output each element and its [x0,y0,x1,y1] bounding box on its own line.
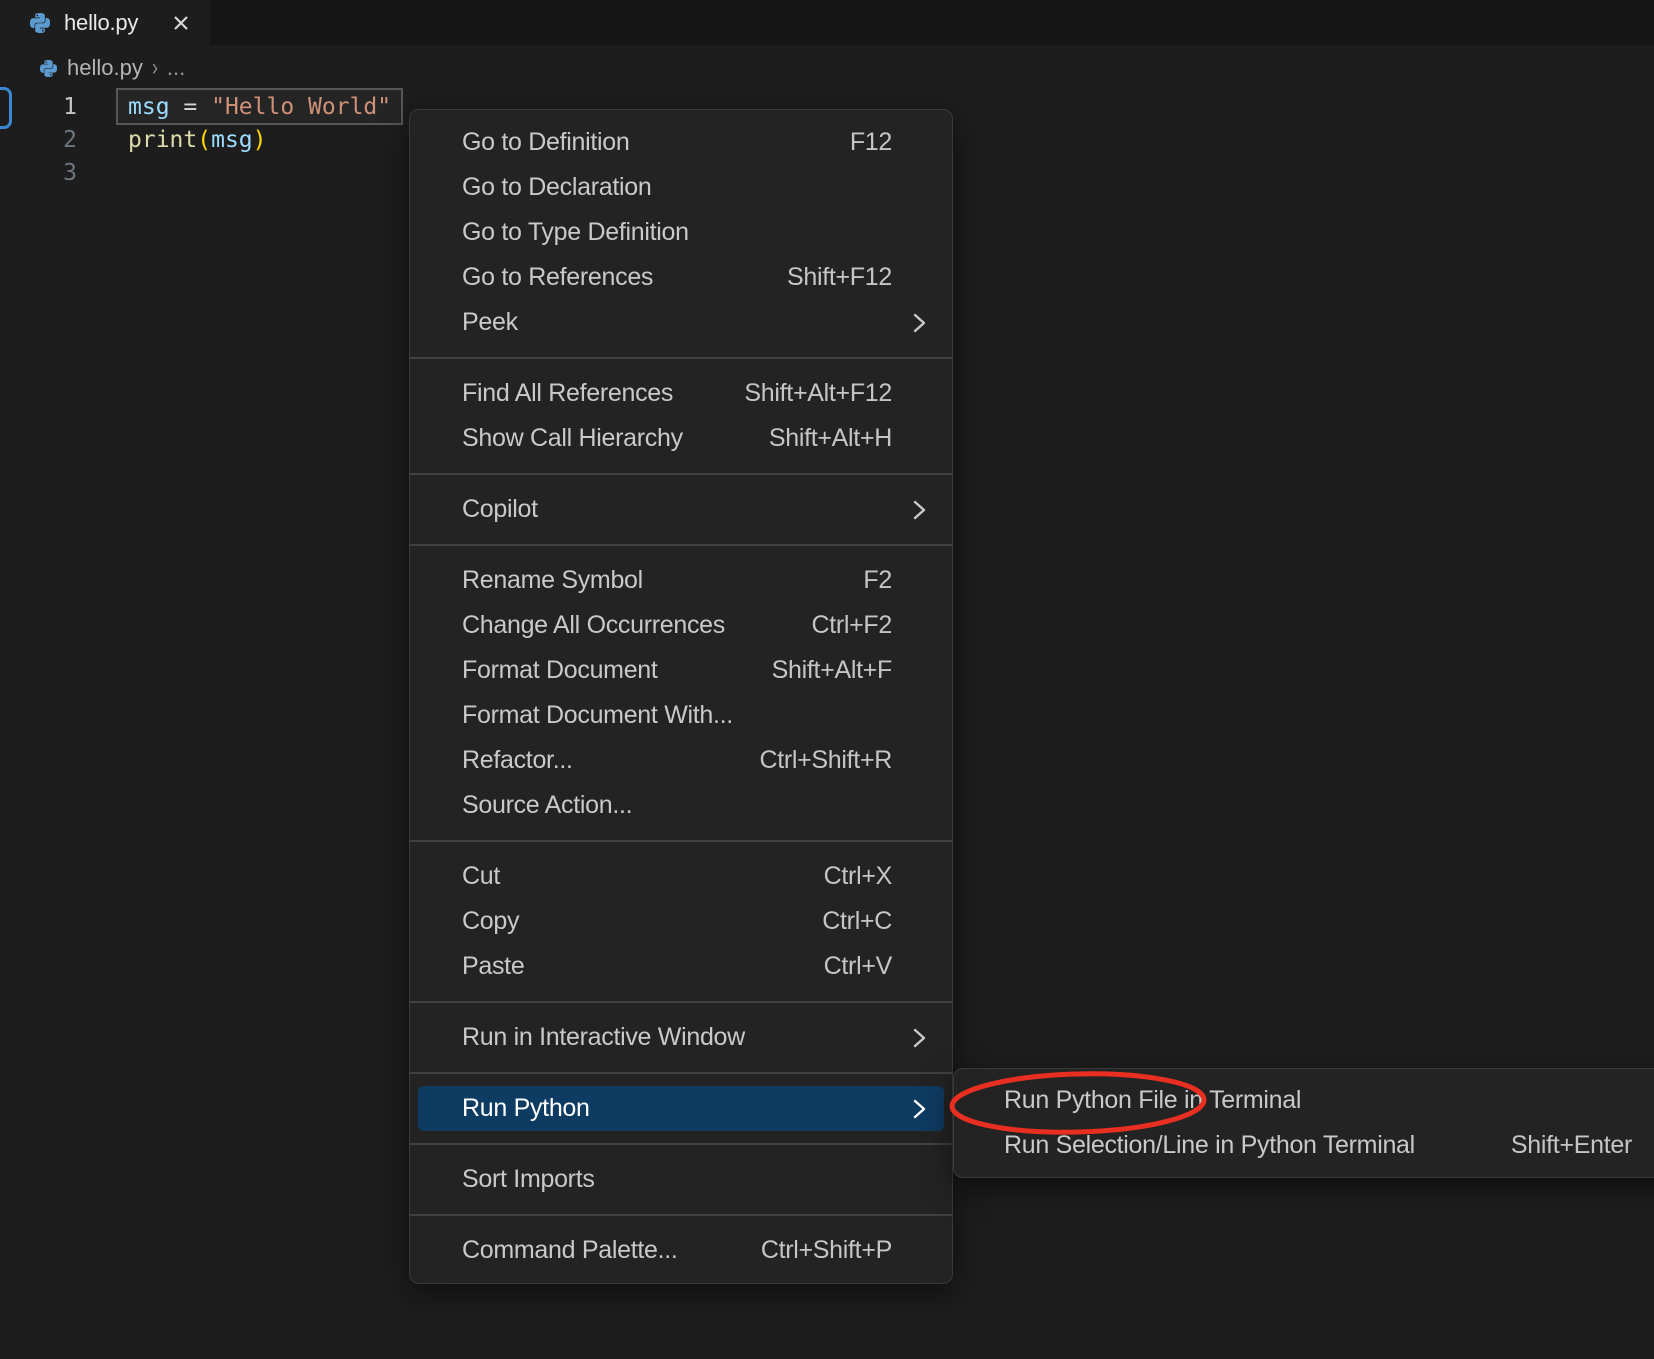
menu-item-go-to-definition[interactable]: Go to Definition F12 [410,120,952,165]
menu-separator [410,1143,952,1145]
keybinding-label: Ctrl+C [822,907,892,936]
menu-item-refactor[interactable]: Refactor... Ctrl+Shift+R [410,738,952,783]
menu-item-format-document-with[interactable]: Format Document With... [410,693,952,738]
chevron-right-icon: › [152,54,158,82]
submenu-item-run-python-file-in-terminal[interactable]: Run Python File in Terminal [954,1078,1654,1123]
menu-item-show-call-hierarchy[interactable]: Show Call Hierarchy Shift+Alt+H [410,416,952,461]
keybinding-label: Ctrl+Shift+P [761,1236,892,1265]
keybinding-label: Shift+Alt+H [769,424,892,453]
menu-item-peek[interactable]: Peek [410,300,952,345]
keybinding-label: Shift+Enter [1511,1131,1632,1160]
menu-item-label: Refactor... [462,746,573,775]
line-number: 1 [0,91,77,124]
menu-item-cut[interactable]: Cut Ctrl+X [410,854,952,899]
submenu-item-run-selection-line-in-python-terminal[interactable]: Run Selection/Line in Python Terminal Shi… [954,1123,1654,1168]
keybinding-label: Ctrl+Shift+R [759,746,892,775]
python-file-icon [30,13,50,33]
menu-item-label: Run Python [462,1094,590,1123]
keybinding-label: F2 [863,566,892,595]
menu-separator [410,544,952,546]
menu-item-label: Go to Definition [462,128,630,157]
menu-item-label: Cut [462,862,500,891]
context-menu: Go to Definition F12 Go to Declaration Go t… [409,109,953,1284]
code-text: print(msg) [128,124,267,157]
line-number: 2 [0,124,77,157]
menu-item-label: Sort Imports [462,1165,595,1194]
tab-title: hello.py [64,10,138,36]
keybinding-label: Ctrl+F2 [811,611,892,640]
menu-separator [410,1214,952,1216]
menu-separator [410,1001,952,1003]
menu-item-label: Run in Interactive Window [462,1023,745,1052]
menu-item-label: Source Action... [462,791,632,820]
menu-item-label: Format Document With... [462,701,733,730]
menu-item-format-document[interactable]: Format Document Shift+Alt+F [410,648,952,693]
menu-item-label: Go to Type Definition [462,218,689,247]
vscode-window: { "colors": { "menu_bg": "#232323", "men… [0,0,1654,1359]
menu-item-label: Run Python File in Terminal [1004,1086,1301,1115]
breadcrumb-symbol[interactable]: ... [167,55,185,81]
submenu-chevron-icon [913,312,926,334]
menu-item-label: Copilot [462,495,538,524]
keybinding-label: Shift+Alt+F [772,656,892,685]
keybinding-label: Ctrl+X [824,862,892,891]
line-number: 3 [0,157,77,190]
menu-separator [410,473,952,475]
keybinding-label: Ctrl+V [824,952,892,981]
tab-bar: hello.py [0,0,1654,45]
menu-item-run-python[interactable]: Run Python [418,1086,944,1131]
menu-item-label: Change All Occurrences [462,611,725,640]
menu-item-change-all-occurrences[interactable]: Change All Occurrences Ctrl+F2 [410,603,952,648]
menu-item-copilot[interactable]: Copilot [410,487,952,532]
menu-item-label: Rename Symbol [462,566,643,595]
menu-item-label: Format Document [462,656,658,685]
menu-item-label: Command Palette... [462,1236,678,1265]
menu-item-label: Go to Declaration [462,173,651,202]
keybinding-label: Shift+F12 [787,263,892,292]
menu-item-copy[interactable]: Copy Ctrl+C [410,899,952,944]
keybinding-label: Shift+Alt+F12 [744,379,892,408]
menu-item-source-action[interactable]: Source Action... [410,783,952,828]
code-text: msg = "Hello World" [128,91,391,124]
menu-item-label: Go to References [462,263,653,292]
menu-separator [410,840,952,842]
menu-item-label: Run Selection/Line in Python Terminal [1004,1131,1415,1160]
run-python-submenu: Run Python File in Terminal Run Selection… [953,1068,1654,1178]
python-file-icon [40,60,57,77]
breadcrumb-file[interactable]: hello.py [67,55,143,81]
menu-item-rename-symbol[interactable]: Rename Symbol F2 [410,558,952,603]
menu-item-label: Peek [462,308,518,337]
menu-item-label: Copy [462,907,519,936]
keybinding-label: F12 [850,128,892,157]
submenu-chevron-icon [913,499,926,521]
menu-item-label: Paste [462,952,524,981]
menu-item-label: Show Call Hierarchy [462,424,683,453]
menu-item-go-to-type-definition[interactable]: Go to Type Definition [410,210,952,255]
menu-item-command-palette[interactable]: Command Palette... Ctrl+Shift+P [410,1228,952,1273]
menu-item-sort-imports[interactable]: Sort Imports [410,1157,952,1202]
menu-item-label: Find All References [462,379,673,408]
menu-item-paste[interactable]: Paste Ctrl+V [410,944,952,989]
tab-hello-py[interactable]: hello.py [0,0,210,45]
menu-item-go-to-declaration[interactable]: Go to Declaration [410,165,952,210]
submenu-chevron-icon [913,1098,926,1120]
submenu-chevron-icon [913,1027,926,1049]
menu-item-go-to-references[interactable]: Go to References Shift+F12 [410,255,952,300]
breadcrumb: hello.py › ... [40,53,185,83]
menu-item-run-in-interactive-window[interactable]: Run in Interactive Window [410,1015,952,1060]
menu-separator [410,1072,952,1074]
menu-separator [410,357,952,359]
close-icon[interactable] [170,12,192,34]
menu-item-find-all-references[interactable]: Find All References Shift+Alt+F12 [410,371,952,416]
